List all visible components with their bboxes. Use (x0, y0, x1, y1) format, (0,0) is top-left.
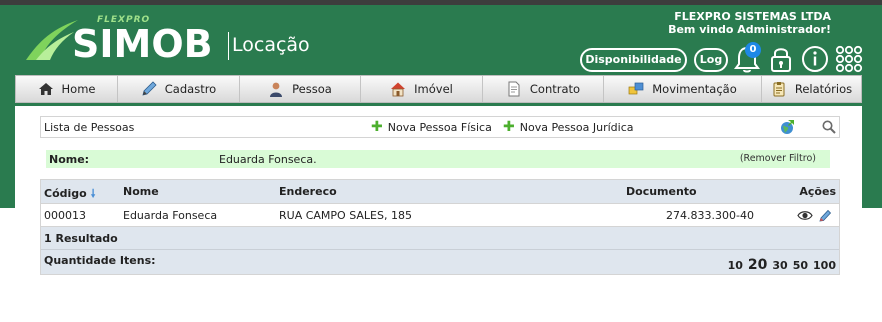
logo-divider (228, 32, 229, 60)
house-icon (391, 82, 406, 97)
nav-item-movimentacao[interactable]: Movimentação (604, 76, 762, 102)
logo-product-name: SIMOB (72, 22, 213, 66)
page-size-selector: 10 20 30 50 100 (728, 257, 836, 273)
nav-item-cadastro[interactable]: Cadastro (118, 76, 240, 102)
nav-item-relatorios[interactable]: Relatórios (762, 76, 861, 102)
apps-grid-icon[interactable] (834, 44, 864, 74)
pencil-icon (142, 81, 157, 96)
nav-item-imovel[interactable]: Imóvel (361, 76, 483, 102)
nav-item-pessoa[interactable]: Pessoa (240, 76, 361, 102)
lock-icon[interactable] (766, 44, 796, 74)
info-icon[interactable] (800, 44, 830, 74)
home-icon (38, 83, 53, 95)
nav-item-home[interactable]: Home (16, 76, 118, 102)
nav-item-label: Cadastro (164, 82, 217, 96)
page-title: Lista de Pessoas (44, 121, 135, 134)
cell-name: Eduarda Fonseca (123, 209, 218, 222)
table-row[interactable]: 000013 Eduarda Fonseca RUA CAMPO SALES, … (41, 203, 839, 226)
welcome-message: Bem vindo Administrador! (668, 23, 831, 36)
person-icon (270, 82, 283, 97)
nav-item-contrato[interactable]: Contrato (483, 76, 604, 102)
company-name: FLEXPRO SISTEMAS LTDA (674, 10, 831, 23)
sort-down-icon[interactable]: 🠗 (91, 187, 96, 200)
edit-pencil-icon[interactable] (817, 209, 833, 222)
main-panel: Lista de Pessoas ✚ Nova Pessoa Física ✚ … (15, 106, 862, 322)
availability-button[interactable]: Disponibilidade (580, 48, 687, 72)
clipboard-icon (773, 82, 785, 97)
active-filter: Nome: Eduarda Fonseca. (Remover Filtro) (46, 150, 830, 168)
user-info: FLEXPRO SISTEMAS LTDA Bem vindo Administ… (668, 10, 831, 36)
filter-label: Nome: (49, 153, 90, 166)
table-header-row: Código 🠗 Nome Endereco Documento Ações (41, 180, 839, 203)
app-logo[interactable]: FLEXPRO SIMOB Locação (22, 12, 322, 68)
nav-item-label: Contrato (529, 82, 581, 96)
notification-badge: 0 (745, 42, 761, 58)
search-icon[interactable] (821, 119, 837, 135)
new-company-link[interactable]: ✚ Nova Pessoa Jurídica (503, 119, 634, 135)
column-header-address[interactable]: Endereco (279, 185, 337, 198)
remove-filter-link[interactable]: (Remover Filtro) (740, 153, 816, 164)
cell-document: 274.833.300-40 (666, 209, 754, 222)
transfer-icon (628, 82, 644, 95)
new-individual-link[interactable]: ✚ Nova Pessoa Física (371, 119, 492, 135)
plus-icon: ✚ (371, 119, 383, 135)
list-toolbar: Lista de Pessoas ✚ Nova Pessoa Física ✚ … (40, 116, 840, 138)
quantity-label: Quantidade Itens: (44, 254, 156, 267)
people-table: Código 🠗 Nome Endereco Documento Ações 00… (40, 179, 840, 275)
new-company-label: Nova Pessoa Jurídica (519, 121, 634, 134)
filter-value: Eduarda Fonseca. (219, 153, 317, 166)
column-header-name[interactable]: Nome (123, 185, 159, 198)
page-size-option[interactable]: 50 (793, 259, 808, 272)
page-size-row: Quantidade Itens: 10 20 30 50 100 (41, 249, 839, 274)
document-icon (508, 81, 520, 97)
logo-module-name: Locação (232, 34, 310, 56)
cell-address: RUA CAMPO SALES, 185 (279, 209, 412, 222)
main-nav: Home Cadastro Pessoa Imóvel Contrato Mov… (15, 75, 862, 103)
column-header-code-label: Código (44, 187, 87, 200)
export-globe-icon[interactable] (779, 119, 795, 135)
new-individual-label: Nova Pessoa Física (387, 121, 492, 134)
plus-icon: ✚ (503, 119, 515, 135)
column-header-actions: Ações (799, 185, 836, 198)
log-button[interactable]: Log (694, 48, 728, 72)
result-count: 1 Resultado (44, 232, 118, 245)
page-size-option-selected[interactable]: 20 (748, 257, 767, 273)
nav-item-label: Movimentação (652, 82, 737, 96)
column-header-code[interactable]: Código 🠗 (44, 185, 95, 204)
view-eye-icon[interactable] (797, 209, 813, 222)
page-size-option[interactable]: 100 (813, 259, 836, 272)
cell-code: 000013 (44, 209, 86, 222)
page-size-option[interactable]: 30 (772, 259, 787, 272)
result-count-row: 1 Resultado (41, 226, 839, 249)
nav-item-label: Pessoa (292, 82, 332, 96)
nav-item-label: Relatórios (794, 82, 853, 96)
nav-item-label: Imóvel (414, 82, 453, 96)
nav-item-label: Home (61, 82, 96, 96)
column-header-document[interactable]: Documento (626, 185, 697, 198)
page-size-option[interactable]: 10 (728, 259, 743, 272)
